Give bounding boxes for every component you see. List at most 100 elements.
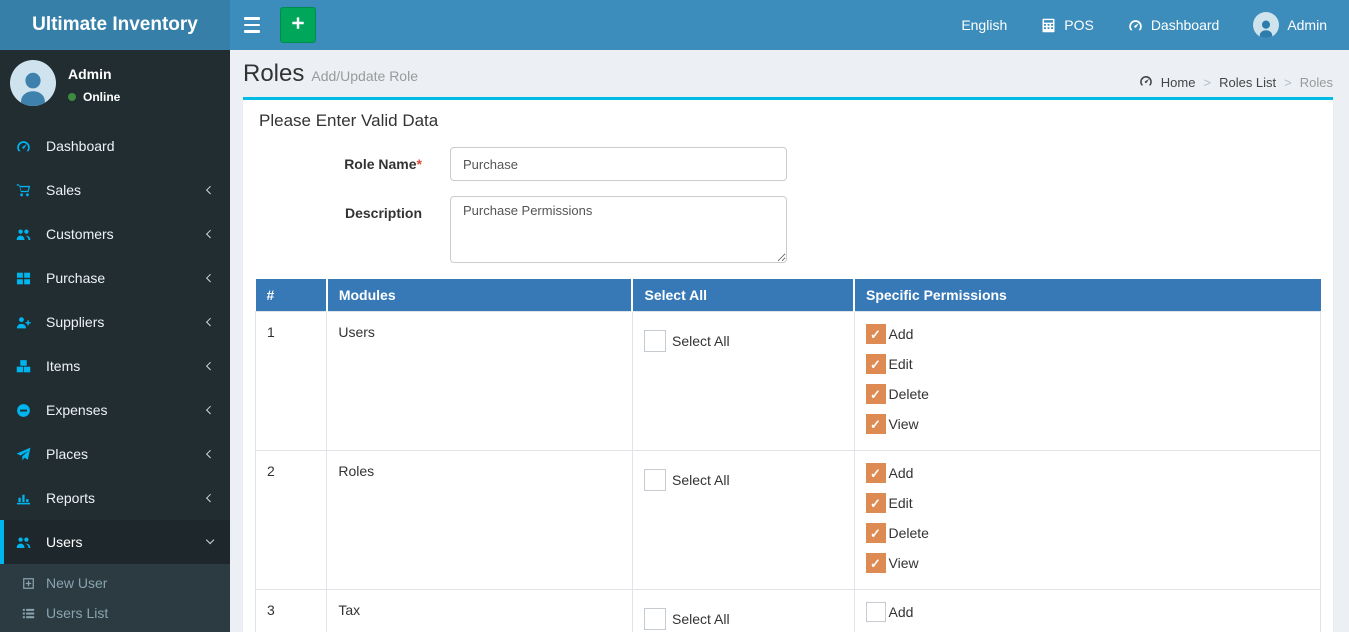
chevron-left-icon: [205, 493, 215, 503]
chevron-left-icon: [205, 317, 215, 327]
table-header-select-all: Select All: [631, 279, 854, 312]
role-name-label: Role Name*: [344, 156, 422, 172]
sidebar-submenu-users: New UserUsers ListRoles List: [0, 564, 230, 632]
chevron-down-icon: [205, 536, 215, 545]
permission-edit[interactable]: Edit: [865, 493, 1310, 513]
cubes-icon: [16, 359, 42, 374]
roles-panel: Please Enter Valid Data Role Name* Descr…: [243, 97, 1333, 632]
chevron-left-icon: [205, 405, 215, 415]
breadcrumb-item-roles-list[interactable]: Roles List: [1219, 75, 1276, 90]
page-subtitle: Add/Update Role: [311, 68, 418, 84]
plus-square-icon: [22, 577, 46, 590]
permission-checkbox[interactable]: [865, 493, 886, 513]
permission-checkbox[interactable]: [865, 324, 886, 344]
paper-plane-icon: [16, 447, 42, 462]
table-row: 2Roles Select All Add Edit Delete View: [254, 450, 1321, 590]
sidebar-item-dashboard[interactable]: Dashboard: [0, 124, 230, 168]
sidebar: Admin Online Dashboard Sales Customers Purc…: [0, 50, 230, 632]
module-name: Roles: [326, 450, 633, 590]
sidebar-item-purchase[interactable]: Purchase: [0, 256, 230, 300]
navbar-body: English POS Dashboard Admin: [230, 0, 1349, 50]
quick-add-button[interactable]: [280, 7, 316, 43]
permission-add[interactable]: Add: [865, 602, 1310, 622]
gauge-icon: [16, 139, 42, 154]
breadcrumb-item-home[interactable]: Home: [1161, 75, 1196, 90]
grid-icon: [16, 271, 42, 286]
permission-add[interactable]: Add: [865, 463, 1310, 483]
sidebar-item-expenses[interactable]: Expenses: [0, 388, 230, 432]
navbar-avatar: [1253, 12, 1280, 38]
select-all-label: Select All: [671, 472, 730, 488]
sidebar-item-places[interactable]: Places: [0, 432, 230, 476]
breadcrumb-item-roles: Roles: [1299, 75, 1333, 90]
navbar-right-links: English POS Dashboard Admin: [961, 12, 1349, 38]
select-all-control[interactable]: Select All: [643, 469, 843, 491]
row-number: 3: [254, 589, 328, 632]
table-header-specific-permissions: Specific Permissions: [853, 279, 1321, 312]
chevron-left-icon: [205, 361, 215, 371]
module-name: Users: [326, 311, 633, 451]
main-content: Roles Add/Update Role Home > Roles List > Rol…: [230, 50, 1349, 632]
user-plus-icon: [16, 315, 42, 330]
sidebar-user-panel: Admin Online: [0, 50, 230, 116]
page-title: Roles: [243, 60, 305, 87]
sidebar-item-customers[interactable]: Customers: [0, 212, 230, 256]
table-row: 1Users Select All Add Edit Delete View: [254, 311, 1321, 451]
chevron-left-icon: [205, 449, 215, 459]
sidebar-item-reports[interactable]: Reports: [0, 476, 230, 520]
sidebar-menu: Dashboard Sales Customers Purchase Suppliers…: [0, 124, 230, 632]
brand-logo[interactable]: Ultimate Inventory: [0, 0, 230, 50]
permission-view[interactable]: View: [865, 553, 1310, 573]
select-all-label: Select All: [671, 333, 730, 349]
permissions-table: # Modules Select All Specific Permissions 1…: [254, 279, 1321, 632]
select-all-checkbox[interactable]: [643, 330, 666, 352]
select-all-control[interactable]: Select All: [643, 608, 843, 630]
nav-link-english[interactable]: English: [961, 17, 1007, 33]
select-all-checkbox[interactable]: [643, 608, 666, 630]
nav-link-pos[interactable]: POS: [1041, 17, 1094, 33]
sidebar-subitem-roles-list[interactable]: Roles List: [0, 628, 230, 632]
permission-edit[interactable]: Edit: [865, 354, 1310, 374]
sidebar-item-items[interactable]: Items: [0, 344, 230, 388]
permission-view[interactable]: View: [865, 414, 1310, 434]
minus-circle-icon: [16, 403, 42, 418]
permission-add[interactable]: Add: [865, 324, 1310, 344]
sidebar-item-suppliers[interactable]: Suppliers: [0, 300, 230, 344]
permission-checkbox[interactable]: [865, 414, 886, 434]
table-header-num: #: [255, 279, 327, 312]
nav-link-admin[interactable]: Admin: [1253, 12, 1327, 38]
table-header-row: # Modules Select All Specific Permissions: [255, 279, 1321, 312]
nav-link-dashboard[interactable]: Dashboard: [1128, 17, 1219, 33]
row-number: 2: [254, 450, 328, 590]
select-all-checkbox[interactable]: [643, 469, 666, 491]
permission-checkbox[interactable]: [865, 354, 886, 374]
user-avatar: [10, 60, 56, 106]
sidebar-subitem-users-list[interactable]: Users List: [0, 598, 230, 628]
permission-checkbox[interactable]: [865, 523, 886, 543]
permission-checkbox[interactable]: [865, 384, 886, 404]
description-group: Description: [255, 196, 1321, 263]
gauge-icon: [1139, 74, 1153, 91]
description-textarea[interactable]: [450, 196, 787, 263]
table-row: 3 Tax Select All Add: [254, 589, 1321, 632]
description-label: Description: [344, 205, 422, 221]
module-name: Tax: [326, 589, 633, 632]
plus-icon: [291, 16, 305, 35]
select-all-control[interactable]: Select All: [643, 330, 843, 352]
permission-checkbox[interactable]: [865, 602, 886, 622]
permission-delete[interactable]: Delete: [865, 384, 1310, 404]
role-name-group: Role Name*: [255, 147, 1321, 181]
sidebar-user-name: Admin: [68, 66, 112, 82]
sidebar-item-sales[interactable]: Sales: [0, 168, 230, 212]
sidebar-subitem-new-user[interactable]: New User: [0, 568, 230, 598]
sidebar-toggle-button[interactable]: [230, 0, 274, 50]
permission-checkbox[interactable]: [865, 463, 886, 483]
permission-delete[interactable]: Delete: [865, 523, 1310, 543]
permission-checkbox[interactable]: [865, 553, 886, 573]
calculator-icon: [1041, 18, 1056, 33]
role-name-input[interactable]: [450, 147, 787, 181]
bar-chart-icon: [16, 491, 42, 506]
sidebar-user-status[interactable]: Online: [68, 90, 120, 104]
sidebar-item-users[interactable]: Users: [0, 520, 230, 564]
content-header: Roles Add/Update Role Home > Roles List > Rol…: [230, 50, 1349, 97]
